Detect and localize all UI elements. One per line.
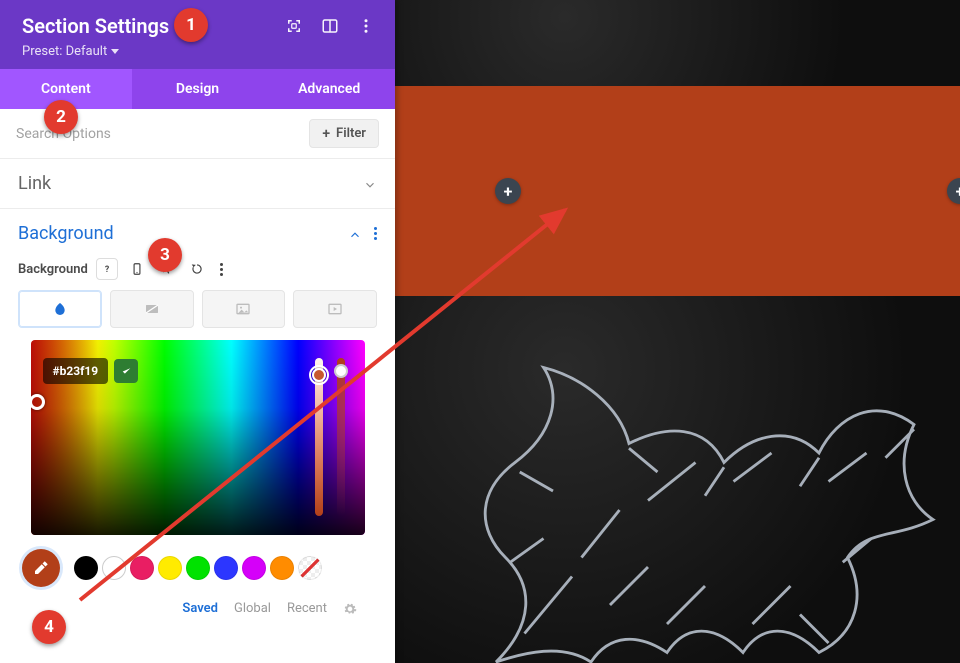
- eyedropper-button[interactable]: [22, 549, 60, 587]
- step-badge-3: 3: [148, 238, 182, 272]
- background-toggle[interactable]: Background: [18, 223, 377, 244]
- bg-type-gradient[interactable]: [110, 290, 194, 328]
- panel-title: Section Settings: [22, 14, 169, 38]
- reset-icon[interactable]: [186, 258, 208, 280]
- option-more-icon[interactable]: [216, 263, 227, 276]
- svg-text:?: ?: [105, 265, 110, 275]
- hex-badge: #b23f19: [43, 358, 139, 384]
- tab-advanced[interactable]: Advanced: [263, 69, 395, 109]
- swatch-pink[interactable]: [130, 556, 154, 580]
- sidebar-toggle-icon[interactable]: [321, 17, 339, 35]
- add-module-left[interactable]: +: [495, 178, 521, 204]
- bg-type-color[interactable]: [18, 290, 102, 328]
- swatch-yellow[interactable]: [158, 556, 182, 580]
- confirm-color-button[interactable]: [114, 359, 138, 383]
- background-label: Background: [18, 262, 88, 277]
- background-option-row: Background ?: [18, 258, 377, 280]
- link-title: Link: [18, 173, 51, 194]
- help-icon[interactable]: ?: [96, 258, 118, 280]
- background-title: Background: [18, 223, 114, 244]
- bg-type-video[interactable]: [293, 290, 377, 328]
- section-background: Background Background ?: [0, 209, 395, 630]
- header-actions: [285, 17, 375, 35]
- swatch-green[interactable]: [186, 556, 210, 580]
- swatch-orange[interactable]: [270, 556, 294, 580]
- plus-icon: +: [322, 127, 330, 141]
- section-options-icon[interactable]: [374, 227, 377, 240]
- sv-cursor[interactable]: [31, 394, 45, 410]
- rust-section[interactable]: [395, 86, 960, 296]
- preset-label: Preset: Default: [22, 44, 107, 59]
- hue-thumb[interactable]: [312, 368, 326, 382]
- filter-label: Filter: [336, 126, 366, 141]
- swatch-magenta[interactable]: [242, 556, 266, 580]
- section-link: Link: [0, 159, 395, 209]
- swatch-blue[interactable]: [214, 556, 238, 580]
- background-type-tabs: [18, 290, 377, 328]
- swatch-white[interactable]: [102, 556, 126, 580]
- swatch-list: [68, 556, 373, 580]
- step-badge-2: 2: [44, 100, 78, 134]
- filter-button[interactable]: + Filter: [309, 119, 379, 148]
- hex-value[interactable]: #b23f19: [43, 358, 109, 384]
- palette-recent[interactable]: Recent: [287, 601, 327, 616]
- preset-dropdown[interactable]: Preset: Default: [22, 44, 375, 59]
- swatch-transparent[interactable]: [298, 556, 322, 580]
- caret-down-icon: [111, 49, 119, 54]
- palette-tabs: Saved Global Recent: [18, 587, 377, 616]
- hue-slider[interactable]: [315, 358, 323, 516]
- chevron-down-icon: [363, 177, 377, 191]
- tab-design[interactable]: Design: [132, 69, 264, 109]
- palette-saved[interactable]: Saved: [182, 601, 218, 616]
- alpha-slider[interactable]: [337, 358, 345, 516]
- leaf-illustration: [415, 320, 960, 663]
- canvas-preview: + +: [395, 0, 960, 663]
- step-badge-4: 4: [32, 610, 66, 644]
- swatch-black[interactable]: [74, 556, 98, 580]
- alpha-thumb[interactable]: [334, 364, 348, 378]
- dark-section-top: [395, 0, 960, 86]
- gear-icon[interactable]: [343, 602, 357, 616]
- expand-icon[interactable]: [285, 17, 303, 35]
- more-icon[interactable]: [357, 17, 375, 35]
- swatch-row: [18, 549, 377, 587]
- palette-global[interactable]: Global: [234, 601, 271, 616]
- color-picker[interactable]: #b23f19: [31, 340, 365, 535]
- phone-icon[interactable]: [126, 258, 148, 280]
- bg-type-image[interactable]: [202, 290, 286, 328]
- step-badge-1: 1: [174, 8, 208, 42]
- chevron-up-icon: [348, 227, 362, 241]
- link-toggle[interactable]: Link: [18, 173, 377, 194]
